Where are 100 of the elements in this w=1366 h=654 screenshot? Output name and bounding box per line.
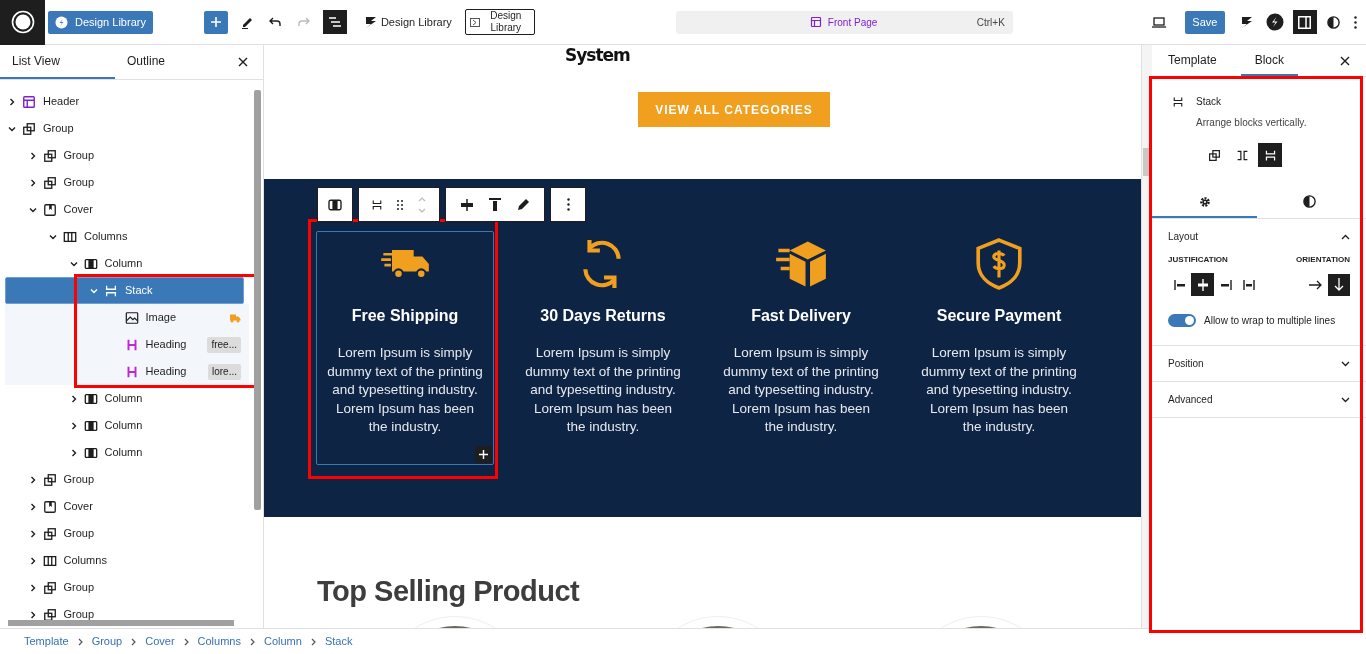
tree-item[interactable]: Column <box>0 439 249 466</box>
close-icon <box>238 57 248 67</box>
justify-center-icon[interactable] <box>459 198 474 211</box>
tree-item[interactable]: Group <box>0 601 249 628</box>
panel-tab[interactable]: Outline <box>115 45 230 79</box>
site-button[interactable]: Design Library <box>48 10 153 34</box>
feature-column[interactable]: Fast Delivery Lorem Ipsum is simply dummy text of the printing and typesetting industry. Lorem Ipsum has been the industry. <box>712 231 890 465</box>
laptop-icon[interactable] <box>1151 16 1166 28</box>
design-library-button[interactable]: Design Library <box>364 13 452 31</box>
tree-item[interactable]: Columns <box>0 223 249 250</box>
command-palette-field[interactable]: Front Page Ctrl+K <box>675 10 1013 34</box>
plus-icon <box>479 450 488 459</box>
section-toggle[interactable]: Layout <box>1152 219 1366 254</box>
breadcrumb-link[interactable]: Column <box>263 633 302 650</box>
feature-column[interactable]: Free Shipping Lorem Ipsum is simply dummy text of the printing and typesetting industry. Lorem Ipsum has been the industry. <box>316 231 494 465</box>
align-top-icon[interactable] <box>489 198 502 211</box>
save-button[interactable]: Save <box>1184 10 1225 34</box>
section-toggle[interactable]: Position <box>1152 346 1366 381</box>
columns-icon <box>63 229 77 244</box>
variation-button[interactable] <box>1258 143 1282 167</box>
feature-text: Lorem Ipsum is simply dummy text of the printing and typesetting industry. Lorem Ipsum has been the industry. <box>525 344 681 437</box>
more-icon[interactable] <box>566 198 570 211</box>
field-label: JUSTIFICATION <box>1168 254 1228 266</box>
section-heading: Top Selling Product <box>316 574 581 609</box>
tree-item[interactable]: Column <box>0 412 249 439</box>
tree-item[interactable]: Heading free... <box>5 331 249 358</box>
scrollbar-thumb[interactable] <box>254 90 261 510</box>
tree-item[interactable]: Group <box>0 466 249 493</box>
tree-item[interactable]: Group <box>0 520 249 547</box>
tree-item[interactable]: Group <box>0 574 249 601</box>
stacked-s-icon[interactable] <box>1240 15 1253 29</box>
feature-title: 30 Days Returns <box>540 306 666 326</box>
breadcrumb-link[interactable]: Template <box>24 633 69 650</box>
breadcrumb-link[interactable]: Cover <box>145 633 175 650</box>
breadcrumb-link[interactable]: Columns <box>197 633 241 650</box>
scrollbar-thumb[interactable] <box>8 620 234 626</box>
arrow-down-icon <box>1334 278 1344 291</box>
feature-column[interactable]: 30 Days Returns Lorem Ipsum is simply dummy text of the printing and typesetting industry. Lorem Ipsum has been the industry. <box>514 231 692 465</box>
chevron-icon <box>249 637 255 646</box>
tree-item[interactable]: Cover <box>0 196 249 223</box>
add-block-button[interactable] <box>475 446 492 463</box>
tree-item[interactable]: Stack <box>5 277 244 304</box>
block-description: Arrange blocks vertically. <box>1196 116 1307 130</box>
contrast-icon <box>1303 195 1316 208</box>
tree-item[interactable]: Columns <box>0 547 249 574</box>
justify-left-icon <box>1173 278 1186 291</box>
column-icon[interactable] <box>328 198 342 211</box>
tree-item[interactable]: Group <box>0 169 249 196</box>
stacked-s-icon <box>364 15 377 29</box>
s-logo-icon[interactable] <box>1265 13 1284 31</box>
sidebar-tab[interactable]: Block <box>1240 45 1299 76</box>
chevron-icon <box>183 637 189 646</box>
justify-center-button[interactable] <box>1191 273 1214 296</box>
column-icon <box>83 418 98 433</box>
tree-item[interactable]: Group <box>0 115 249 142</box>
bookmark-frame-icon <box>42 202 57 217</box>
tree-item[interactable]: Heading lore... <box>5 358 249 385</box>
sidebar-tab[interactable]: Template <box>1168 45 1217 76</box>
pen-icon[interactable] <box>239 15 254 29</box>
truck-icon <box>227 312 241 323</box>
s-logo-icon <box>55 15 68 29</box>
breadcrumb-link[interactable]: Stack <box>324 633 353 650</box>
group-icon <box>42 580 57 595</box>
logo-icon <box>10 10 35 34</box>
contrast-icon[interactable] <box>1326 15 1340 29</box>
breadcrumb-link[interactable]: Group <box>91 633 123 650</box>
settings-icon <box>1198 195 1211 208</box>
feature-text: Lorem Ipsum is simply dummy text of the printing and typesetting industry. Lorem Ipsum has been the industry. <box>327 344 483 437</box>
field-label: ORIENTATION <box>1296 254 1350 266</box>
close-icon <box>1340 55 1350 66</box>
block-excerpt: free... <box>207 336 241 353</box>
brush-icon[interactable] <box>517 198 531 211</box>
site-logo[interactable] <box>0 0 45 45</box>
stack-icon <box>1172 95 1184 109</box>
row-icon <box>1235 148 1249 162</box>
layout-icon <box>22 94 36 109</box>
tree-item[interactable]: Header <box>0 88 249 115</box>
drag-handle-icon[interactable] <box>396 198 404 211</box>
tree-item[interactable]: Cover <box>0 493 249 520</box>
undo-icon[interactable] <box>267 16 282 28</box>
group-icon <box>22 121 36 136</box>
tree-item[interactable]: Column <box>0 250 249 277</box>
more-icon[interactable] <box>1353 15 1357 29</box>
library-button[interactable]: Design Library <box>464 9 535 35</box>
feature-text: Lorem Ipsum is simply dummy text of the printing and typesetting industry. Lorem Ipsum has been the industry. <box>921 344 1077 437</box>
block-excerpt: lore... <box>208 363 241 380</box>
justify-space-between-icon <box>1242 278 1255 291</box>
section-toggle[interactable]: Advanced <box>1152 382 1366 417</box>
feature-column[interactable]: Secure Payment Lorem Ipsum is simply dummy text of the printing and typesetting industry. Lorem Ipsum has been the industry. <box>910 231 1088 465</box>
tree-item[interactable]: Image <box>5 304 249 331</box>
tree-item[interactable]: Column <box>0 385 249 412</box>
feature-title: Fast Delivery <box>751 306 851 326</box>
toggle-switch[interactable] <box>1168 314 1196 327</box>
panel-tab[interactable]: List View <box>0 45 115 79</box>
feature-title: Free Shipping <box>351 306 459 326</box>
scrollbar-thumb[interactable] <box>1143 148 1152 176</box>
orientation-button[interactable] <box>1328 273 1350 296</box>
sidebar-toggle-button[interactable] <box>1292 10 1317 34</box>
tree-item[interactable]: Group <box>0 142 249 169</box>
document-overview-button[interactable] <box>322 10 347 34</box>
